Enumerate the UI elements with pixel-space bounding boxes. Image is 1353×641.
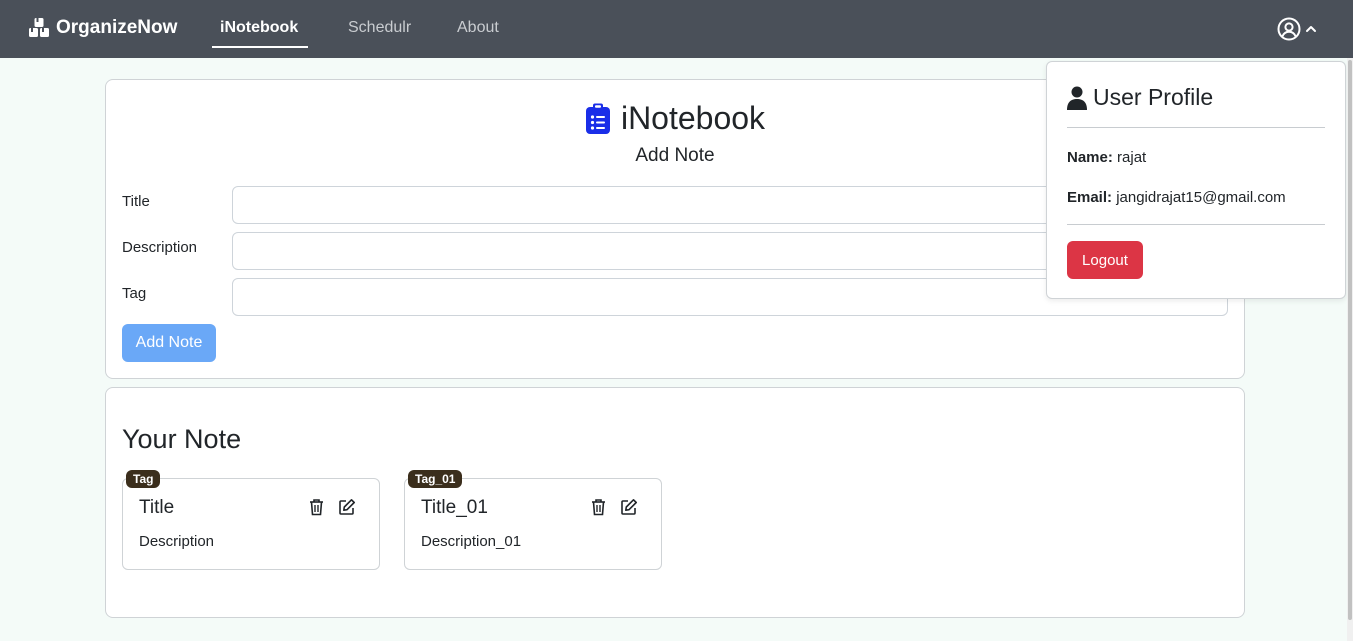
scrollbar-thumb[interactable] <box>1348 60 1352 620</box>
title-label: Title <box>122 193 150 210</box>
note-card: Tag Title Description <box>122 470 380 570</box>
nav-link-inotebook[interactable]: iNotebook <box>220 19 298 37</box>
navbar: OrganizeNow iNotebook Schedulr About <box>0 0 1353 58</box>
email-value: jangidrajat15@gmail.com <box>1116 189 1286 206</box>
description-label: Description <box>122 239 198 256</box>
user-profile-dropdown: User Profile Name: rajat Email: jangidra… <box>1046 61 1346 299</box>
edit-icon[interactable] <box>620 498 638 516</box>
note-description: Description_01 <box>421 533 522 550</box>
profile-title: User Profile <box>1067 84 1213 111</box>
name-value: rajat <box>1117 149 1147 166</box>
boxes-icon <box>29 18 49 37</box>
note-title: Title <box>139 497 175 518</box>
name-label: Name: <box>1067 149 1113 166</box>
user-circle-icon <box>1277 17 1301 41</box>
nav-link-schedulr[interactable]: Schedulr <box>348 19 411 37</box>
trash-icon[interactable] <box>308 498 325 516</box>
note-description: Description <box>139 533 215 550</box>
edit-icon[interactable] <box>338 498 356 516</box>
notes-heading: Your Note <box>122 424 242 454</box>
trash-icon[interactable] <box>590 498 607 516</box>
logout-button[interactable]: Logout <box>1067 241 1143 279</box>
chevron-up-icon <box>1306 26 1316 32</box>
profile-name-row: Name: rajat <box>1067 149 1146 166</box>
brand-label: OrganizeNow <box>56 17 178 38</box>
user-menu-toggle[interactable] <box>1277 17 1317 41</box>
profile-title-text: User Profile <box>1093 84 1214 110</box>
note-card: Tag_01 Title_01 Description_01 <box>404 470 662 570</box>
brand[interactable]: OrganizeNow <box>27 17 177 39</box>
nav-link-about[interactable]: About <box>457 19 499 37</box>
profile-email-row: Email: jangidrajat15@gmail.com <box>1067 189 1286 206</box>
divider <box>1067 127 1325 128</box>
clipboard-list-icon <box>585 103 610 134</box>
add-note-button[interactable]: Add Note <box>122 324 216 362</box>
active-nav-indicator <box>212 46 308 48</box>
tag-label: Tag <box>122 285 147 302</box>
email-label: Email: <box>1067 189 1113 206</box>
note-tag-badge: Tag_01 <box>408 470 463 488</box>
app-title-text: iNotebook <box>620 100 766 136</box>
note-title: Title_01 <box>421 497 488 518</box>
divider <box>1067 224 1325 225</box>
notes-card: Your Note Tag Title Description Tag_01 T… <box>105 387 1245 618</box>
note-tag-badge: Tag <box>126 470 161 488</box>
person-icon <box>1067 86 1087 110</box>
